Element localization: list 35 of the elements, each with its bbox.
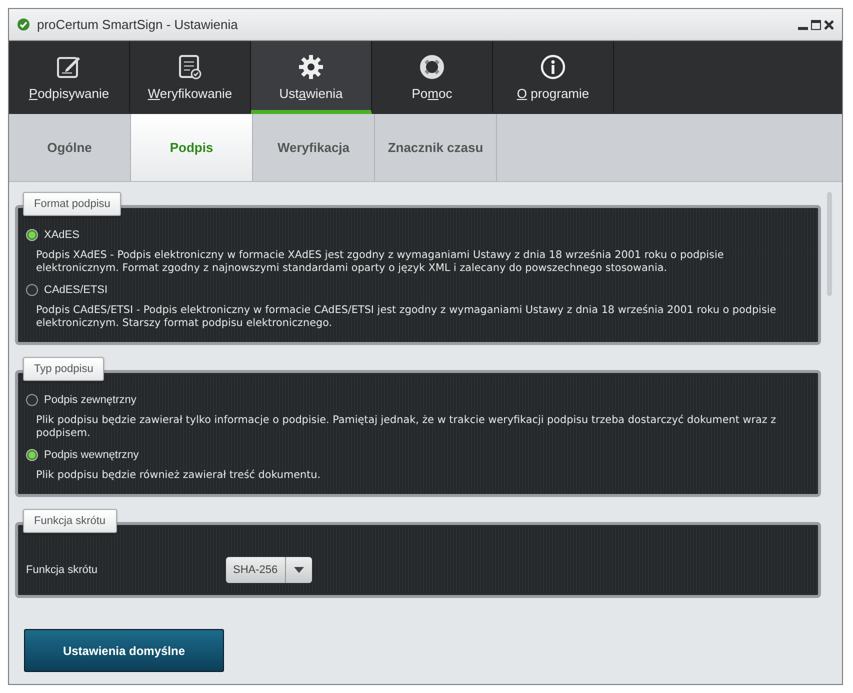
radio-button[interactable] — [26, 229, 38, 241]
settings-tab[interactable]: Znacznik czasu — [375, 114, 497, 181]
option-label: Podpis zewnętrzny — [44, 394, 136, 406]
radio-option[interactable]: Podpis zewnętrzny — [26, 394, 136, 406]
group-title: Funkcja skrótu — [23, 509, 117, 533]
info-icon — [540, 54, 566, 80]
radio-button[interactable] — [26, 284, 38, 296]
lifebuoy-icon — [419, 54, 445, 80]
default-settings-button[interactable]: Ustawienia domyślne — [24, 629, 224, 672]
settings-tab[interactable]: Weryfikacja — [253, 114, 375, 181]
option-description: Plik podpisu będzie również zawierał treść dokumentu. — [35, 469, 322, 482]
document-check-icon — [177, 54, 203, 80]
radio-button[interactable] — [26, 394, 38, 406]
dropdown[interactable]: SHA-256 — [226, 557, 312, 583]
option-description: Podpis CAdES/ETSI - Podpis elektroniczny w formacie CAdES/ETSI jest zgodny z wymaganiami Ustawy z dnia 18 września 2001 roku o podpisie elektronicznym. Starszy format podpisu elektronicznego. — [35, 304, 778, 330]
option-label: XAdES — [44, 229, 80, 241]
close-icon[interactable] — [824, 20, 834, 30]
option-label: Podpis wewnętrzny — [44, 449, 139, 461]
group-title: Typ podpisu — [23, 357, 104, 381]
field-label: Funkcja skrótu — [26, 564, 99, 576]
window-title: proCertum SmartSign - Ustawienia — [37, 17, 239, 32]
radio-option[interactable]: XAdES — [26, 229, 80, 241]
radio-option[interactable]: CAdES/ETSI — [26, 284, 108, 296]
scrollbar[interactable] — [827, 192, 834, 296]
nav-tab[interactable]: Ustawienia — [251, 41, 372, 114]
gear-icon — [298, 54, 324, 80]
option-description: Plik podpisu będzie zawierał tylko informacje o podpisie. Pamiętaj jednak, że w trakcie weryfikacji podpisu trzeba dostarczyć dokument wraz z podpisem. — [35, 414, 778, 440]
option-description: Podpis XAdES - Podpis elektroniczny w formacie XAdES jest zgodny z wymaganiami Ustawy z dnia 18 września 2001 roku o podpisie elektronicznym. Format zgodny z najnowszymi standardami oparty o język XML i zalecany do powszechnego stosowania. — [35, 249, 725, 275]
pen-paper-icon — [56, 54, 82, 80]
option-label: CAdES/ETSI — [44, 284, 108, 296]
maximize-icon[interactable] — [811, 20, 821, 30]
settings-tab[interactable]: Podpis — [131, 114, 253, 181]
radio-option[interactable]: Podpis wewnętrzny — [26, 449, 139, 461]
group-title: Format podpisu — [23, 192, 122, 216]
radio-button[interactable] — [26, 449, 38, 461]
